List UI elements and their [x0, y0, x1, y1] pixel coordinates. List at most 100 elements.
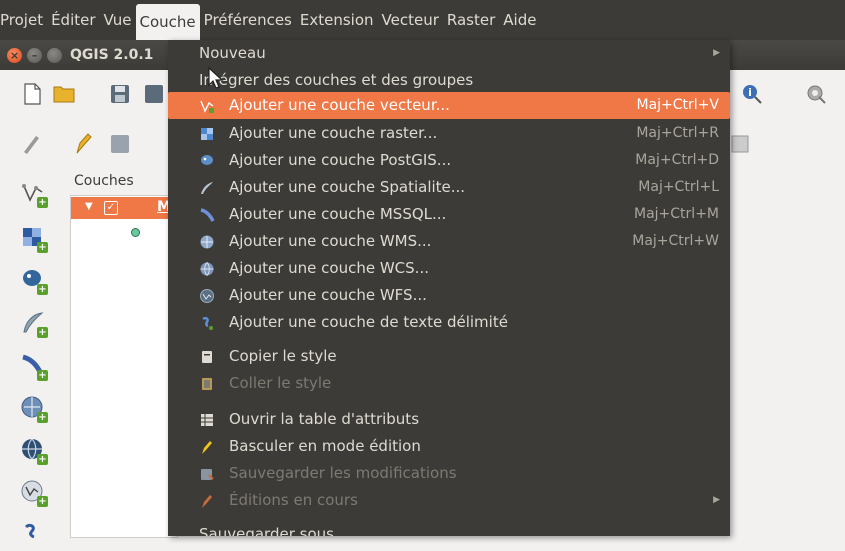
- svg-text:i: i: [748, 86, 752, 99]
- minimize-window-button[interactable]: –: [27, 47, 42, 63]
- open-folder-icon[interactable]: [52, 82, 76, 106]
- menu-item-shortcut: Maj+Ctrl+R: [636, 125, 719, 141]
- plus-icon: +: [37, 284, 48, 295]
- add-wms-layer-button[interactable]: +: [20, 395, 48, 423]
- plus-icon: +: [37, 496, 48, 507]
- minimize-icon: –: [31, 48, 38, 62]
- plus-icon: +: [37, 242, 48, 253]
- expand-triangle-icon[interactable]: ▼: [85, 201, 93, 212]
- delimited-text-icon: [24, 523, 35, 539]
- menu-item-add-vector[interactable]: Ajouter une couche vecteur... Maj+Ctrl+V: [168, 92, 730, 119]
- menu-item-current-edits: Éditions en cours ▶: [168, 487, 730, 514]
- menu-editer[interactable]: Éditer: [47, 0, 99, 40]
- menu-item-label: Ajouter une couche WMS...: [229, 232, 432, 250]
- spatialite-icon: [201, 182, 213, 194]
- add-vector-layer-button[interactable]: +: [20, 180, 48, 208]
- new-project-icon[interactable]: [20, 82, 44, 106]
- save-layer-edits-icon[interactable]: [108, 132, 132, 156]
- menu-item-add-delimited-text[interactable]: Ajouter une couche de texte délimité: [168, 309, 730, 336]
- menu-item-save-edits: Sauvegarder les modifications: [168, 460, 730, 487]
- postgis-icon: [201, 155, 213, 165]
- menu-item-save-as[interactable]: Sauvegarder sous...: [168, 521, 730, 536]
- layer-item[interactable]: ▼ ✓ M: [71, 197, 177, 219]
- menu-item-integrer[interactable]: Intégrer des couches et des groupes: [168, 67, 730, 94]
- submenu-arrow-icon: ▶: [713, 48, 720, 58]
- menu-item-label: Intégrer des couches et des groupes: [199, 71, 474, 89]
- mssql-icon: [200, 208, 215, 222]
- menu-item-add-postgis[interactable]: Ajouter une couche PostGIS... Maj+Ctrl+D: [168, 147, 730, 174]
- menu-item-toggle-editing[interactable]: Basculer en mode édition: [168, 433, 730, 460]
- layers-list[interactable]: ▼ ✓ M: [70, 195, 178, 538]
- menu-raster[interactable]: Raster: [443, 0, 499, 40]
- menu-item-label: Ajouter une couche Spatialite...: [229, 178, 466, 196]
- menu-preferences[interactable]: Préférences: [200, 0, 296, 40]
- plus-icon: +: [37, 454, 48, 465]
- maximize-window-button[interactable]: [47, 47, 62, 63]
- layer-visibility-checkbox[interactable]: ✓: [104, 201, 118, 215]
- pencil-icon: [202, 441, 212, 454]
- menu-item-label: Nouveau: [199, 44, 266, 62]
- menu-projet[interactable]: Projet: [0, 0, 47, 40]
- save-as-icon[interactable]: [142, 82, 166, 106]
- menu-item-label: Ajouter une couche de texte délimité: [229, 313, 508, 331]
- menu-item-shortcut: Maj+Ctrl+D: [635, 152, 719, 168]
- menu-item-label: Ajouter une couche WCS...: [229, 259, 429, 277]
- add-delimited-text-button[interactable]: [20, 521, 46, 547]
- settings-icon[interactable]: [804, 82, 828, 106]
- plus-icon: +: [37, 370, 48, 381]
- menu-couche[interactable]: Couche: [135, 4, 200, 40]
- add-raster-layer-button[interactable]: +: [20, 225, 48, 253]
- menu-item-add-wcs[interactable]: Ajouter une couche WCS...: [168, 255, 730, 282]
- toggle-edit-icon[interactable]: [72, 132, 96, 156]
- add-mssql-layer-button[interactable]: +: [20, 353, 48, 381]
- menu-item-label: Copier le style: [229, 347, 337, 365]
- menu-item-add-spatialite[interactable]: Ajouter une couche Spatialite... Maj+Ctr…: [168, 174, 730, 201]
- plus-icon: +: [37, 327, 48, 338]
- menu-item-label: Ajouter une couche vecteur...: [229, 96, 450, 114]
- close-icon: ×: [9, 48, 20, 62]
- menu-item-add-wms[interactable]: Ajouter une couche WMS... Maj+Ctrl+W: [168, 228, 730, 255]
- wfs-icon: [200, 289, 214, 303]
- identify-icon[interactable]: i: [740, 82, 764, 106]
- plus-icon: +: [37, 197, 48, 208]
- menu-item-paste-style: Coller le style: [168, 370, 730, 397]
- menu-item-copy-style[interactable]: Copier le style: [168, 343, 730, 370]
- add-spatialite-layer-button[interactable]: +: [20, 310, 48, 338]
- digitize-icon[interactable]: [20, 132, 44, 156]
- wcs-icon: [200, 262, 214, 276]
- menu-item-shortcut: Maj+Ctrl+W: [632, 233, 719, 249]
- menu-vecteur[interactable]: Vecteur: [378, 0, 443, 40]
- menu-item-label: Ajouter une couche raster...: [229, 124, 438, 142]
- attribute-table-icon: [201, 414, 213, 426]
- toolbar-item-icon[interactable]: [728, 132, 752, 156]
- wms-icon: [200, 235, 214, 249]
- menu-item-nouveau[interactable]: Nouveau ▶: [168, 40, 730, 67]
- menu-item-label: Ajouter une couche PostGIS...: [229, 151, 452, 169]
- layers-panel: Couches ▼ ✓ M: [66, 165, 178, 538]
- menu-extension[interactable]: Extension: [296, 0, 378, 40]
- menu-item-label: Basculer en mode édition: [229, 437, 421, 455]
- mouse-cursor-icon: [208, 66, 224, 89]
- layers-toolbar: + + + + + + + +: [0, 165, 58, 539]
- couche-menu: Nouveau ▶ Intégrer des couches et des gr…: [168, 40, 730, 536]
- paste-style-icon: [202, 378, 212, 390]
- save-project-icon[interactable]: [108, 82, 132, 106]
- menu-item-add-wfs[interactable]: Ajouter une couche WFS...: [168, 282, 730, 309]
- menu-item-open-attribute-table[interactable]: Ouvrir la table d'attributs: [168, 406, 730, 433]
- menu-item-add-raster[interactable]: Ajouter une couche raster... Maj+Ctrl+R: [168, 120, 730, 147]
- close-window-button[interactable]: ×: [7, 47, 22, 63]
- menu-item-shortcut: Maj+Ctrl+L: [638, 179, 719, 195]
- submenu-arrow-icon: ▶: [713, 495, 720, 505]
- current-edits-icon: [202, 495, 212, 508]
- add-wcs-layer-button[interactable]: +: [20, 437, 48, 465]
- menu-item-label: Sauvegarder les modifications: [229, 464, 457, 482]
- copy-style-icon: [202, 351, 212, 363]
- menu-item-label: Coller le style: [229, 374, 332, 392]
- menu-vue[interactable]: Vue: [100, 0, 136, 40]
- add-postgis-layer-button[interactable]: +: [20, 267, 48, 295]
- menu-aide[interactable]: Aide: [499, 0, 540, 40]
- menu-item-add-mssql[interactable]: Ajouter une couche MSSQL... Maj+Ctrl+M: [168, 201, 730, 228]
- menu-item-shortcut: Maj+Ctrl+M: [634, 206, 719, 222]
- vector-layer-icon: [200, 100, 214, 113]
- add-wfs-layer-button[interactable]: +: [20, 479, 48, 507]
